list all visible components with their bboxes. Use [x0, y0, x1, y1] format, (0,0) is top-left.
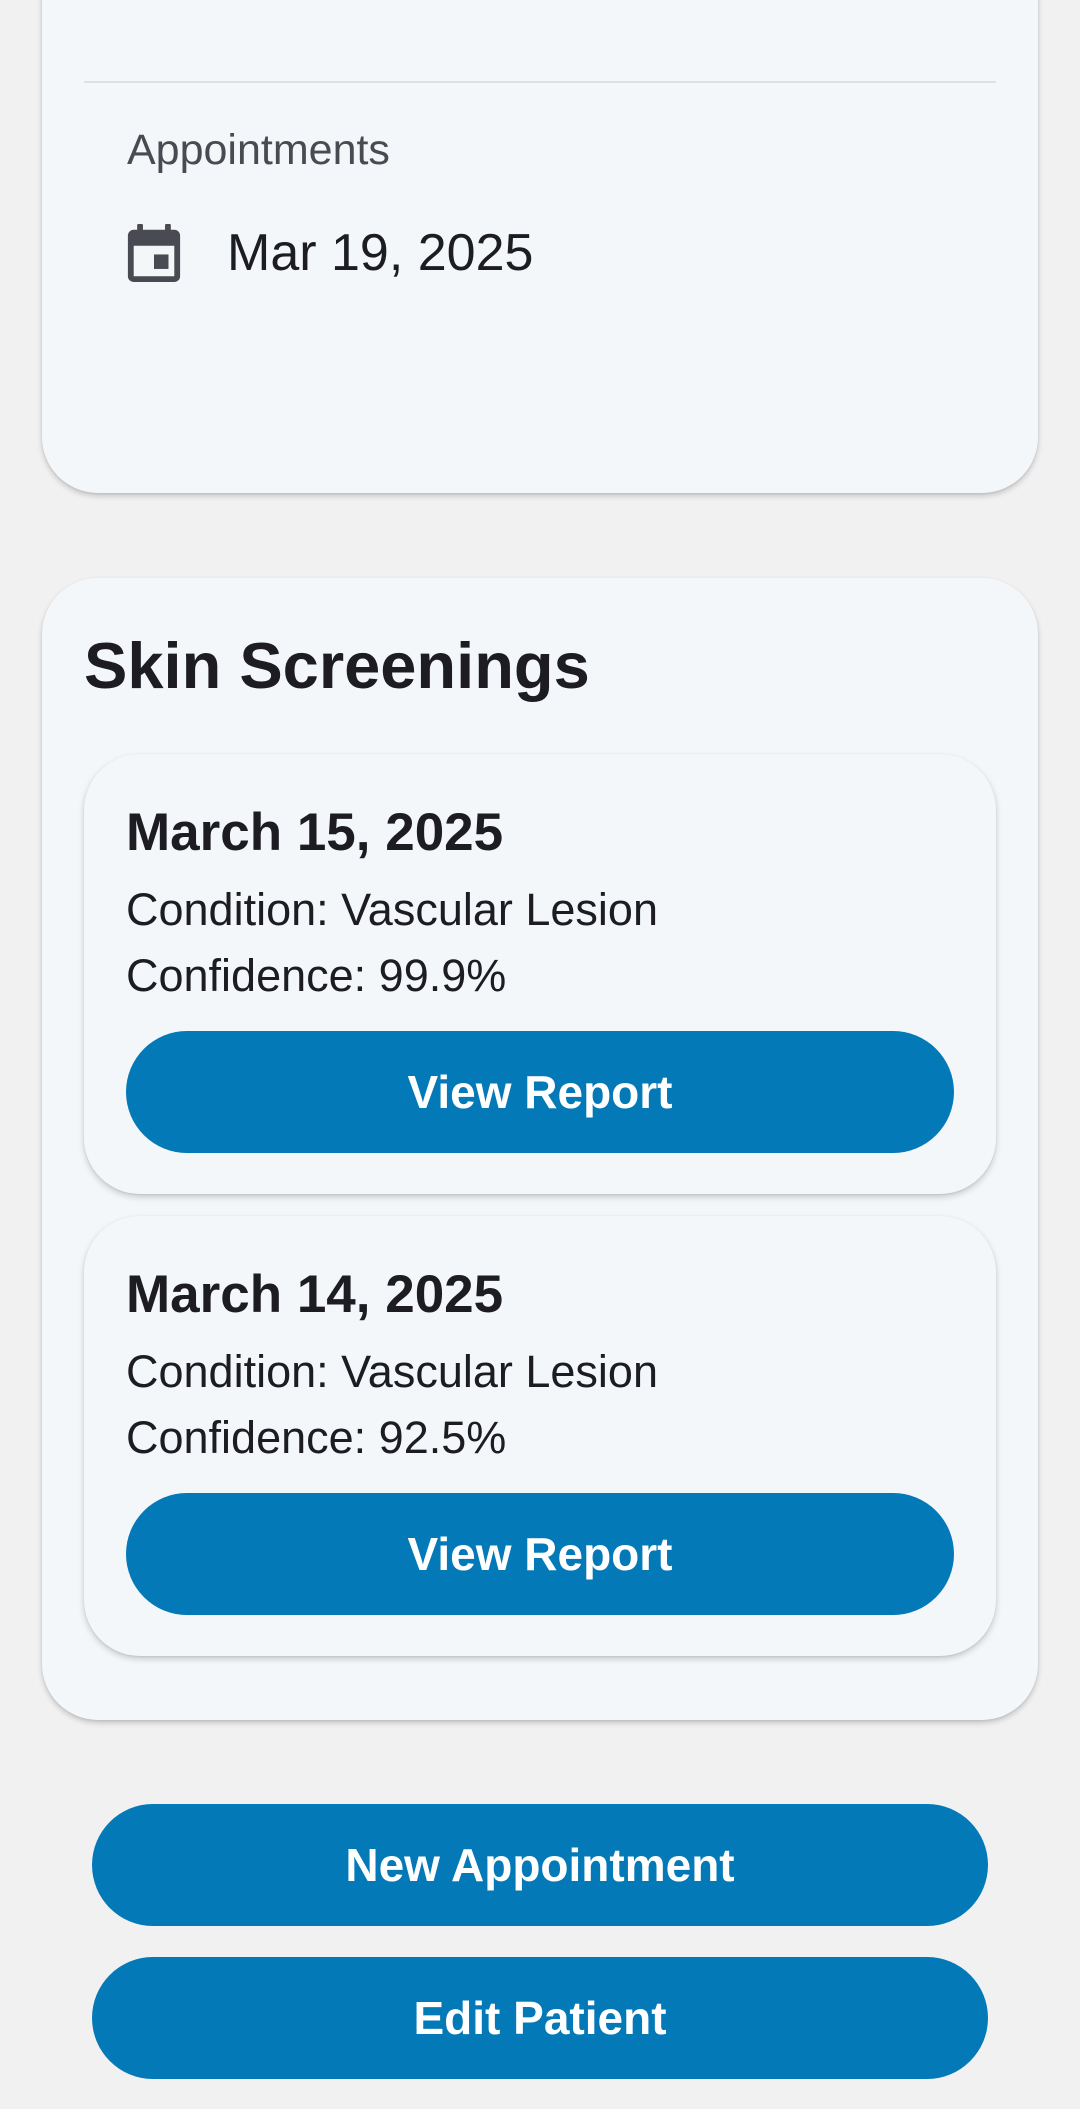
view-report-button[interactable]: View Report — [126, 1493, 954, 1615]
screening-date: March 14, 2025 — [126, 1265, 504, 1324]
screening-confidence: Confidence: 99.9% — [126, 950, 507, 1001]
skin-screenings-title: Skin Screenings — [84, 629, 590, 702]
screening-date: March 15, 2025 — [126, 803, 504, 862]
divider — [84, 81, 996, 83]
edit-patient-button[interactable]: Edit Patient — [92, 1957, 988, 2079]
calendar-icon — [127, 224, 181, 282]
appointments-label: Appointments — [127, 126, 390, 174]
new-appointment-button[interactable]: New Appointment — [92, 1804, 988, 1926]
screening-item: March 14, 2025 Condition: Vascular Lesio… — [84, 1216, 996, 1656]
patient-details-card: Appointments Mar 19, 2025 — [42, 0, 1038, 493]
appointment-item[interactable]: Mar 19, 2025 — [127, 203, 533, 303]
appointment-date: Mar 19, 2025 — [227, 224, 534, 282]
view-report-button[interactable]: View Report — [126, 1031, 954, 1153]
screening-condition: Condition: Vascular Lesion — [126, 1346, 658, 1397]
screening-condition: Condition: Vascular Lesion — [126, 884, 658, 935]
screening-item: March 15, 2025 Condition: Vascular Lesio… — [84, 754, 996, 1194]
skin-screenings-card: Skin Screenings March 15, 2025 Condition… — [42, 578, 1038, 1720]
screening-confidence: Confidence: 92.5% — [126, 1412, 507, 1463]
